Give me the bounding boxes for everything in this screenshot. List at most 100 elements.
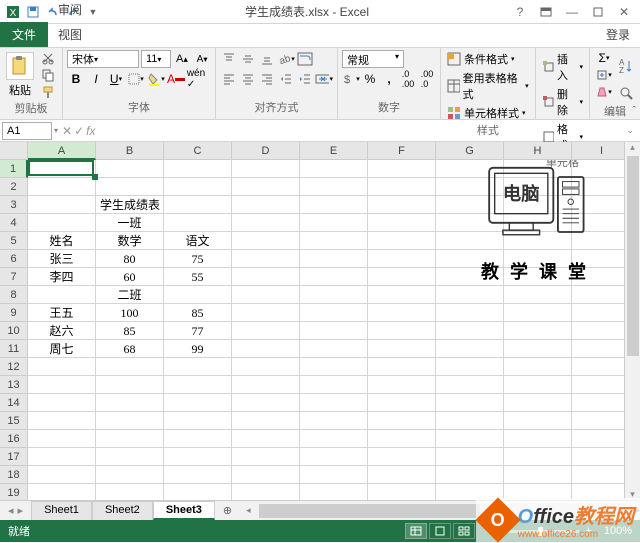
cell-A2[interactable]: [28, 178, 96, 196]
cell-G17[interactable]: [436, 448, 504, 466]
cell-F13[interactable]: [368, 376, 436, 394]
cell-F15[interactable]: [368, 412, 436, 430]
col-header-H[interactable]: H: [504, 142, 572, 160]
fx-icon[interactable]: fx: [86, 124, 95, 138]
cell-B4[interactable]: 一班: [96, 214, 164, 232]
font-size-select[interactable]: 11 ▾: [141, 50, 171, 68]
phonetic-icon[interactable]: wén✓: [187, 70, 205, 88]
cell-B1[interactable]: [96, 160, 164, 178]
cell-F1[interactable]: [368, 160, 436, 178]
cell-B9[interactable]: 100: [96, 304, 164, 322]
cell-E12[interactable]: [300, 358, 368, 376]
align-middle-icon[interactable]: [239, 50, 257, 68]
align-right-icon[interactable]: [258, 70, 276, 88]
col-header-A[interactable]: A: [28, 142, 96, 160]
cell-G18[interactable]: [436, 466, 504, 484]
cell-A10[interactable]: 赵六: [28, 322, 96, 340]
align-center-icon[interactable]: [239, 70, 257, 88]
row-header-14[interactable]: 14: [0, 394, 28, 412]
clear-icon[interactable]: ▾: [594, 84, 614, 100]
cell-F11[interactable]: [368, 340, 436, 358]
cell-I13[interactable]: [572, 376, 632, 394]
cell-D15[interactable]: [232, 412, 300, 430]
copy-icon[interactable]: [38, 67, 58, 83]
cell-I12[interactable]: [572, 358, 632, 376]
cell-F7[interactable]: [368, 268, 436, 286]
cell-G8[interactable]: [436, 286, 504, 304]
cell-E19[interactable]: [300, 484, 368, 500]
cell-I15[interactable]: [572, 412, 632, 430]
align-left-icon[interactable]: [220, 70, 238, 88]
cell-E5[interactable]: [300, 232, 368, 250]
cell-D1[interactable]: [232, 160, 300, 178]
cell-C8[interactable]: [164, 286, 232, 304]
normal-view-icon[interactable]: [405, 523, 427, 539]
orientation-icon[interactable]: ab▾: [277, 50, 295, 68]
cell-H10[interactable]: [504, 322, 572, 340]
cell-I11[interactable]: [572, 340, 632, 358]
cell-H17[interactable]: [504, 448, 572, 466]
cell-A18[interactable]: [28, 466, 96, 484]
cell-B18[interactable]: [96, 466, 164, 484]
cell-H8[interactable]: [504, 286, 572, 304]
cell-A14[interactable]: [28, 394, 96, 412]
insert-cells-button[interactable]: 插入 ▾: [540, 50, 585, 84]
cell-E6[interactable]: [300, 250, 368, 268]
cell-B16[interactable]: [96, 430, 164, 448]
cell-B19[interactable]: [96, 484, 164, 500]
align-bottom-icon[interactable]: [258, 50, 276, 68]
cell-D12[interactable]: [232, 358, 300, 376]
row-header-13[interactable]: 13: [0, 376, 28, 394]
sort-filter-icon[interactable]: AZ: [616, 50, 636, 82]
cell-C7[interactable]: 55: [164, 268, 232, 286]
cell-I18[interactable]: [572, 466, 632, 484]
cell-E3[interactable]: [300, 196, 368, 214]
cell-A19[interactable]: [28, 484, 96, 500]
row-header-7[interactable]: 7: [0, 268, 28, 286]
cell-I9[interactable]: [572, 304, 632, 322]
cell-C5[interactable]: 语文: [164, 232, 232, 250]
row-header-12[interactable]: 12: [0, 358, 28, 376]
cell-F5[interactable]: [368, 232, 436, 250]
cell-A7[interactable]: 李四: [28, 268, 96, 286]
cell-E11[interactable]: [300, 340, 368, 358]
format-painter-icon[interactable]: [38, 84, 58, 100]
cell-E7[interactable]: [300, 268, 368, 286]
cell-F8[interactable]: [368, 286, 436, 304]
collapse-ribbon-icon[interactable]: ˆ: [632, 105, 636, 117]
decrease-font-icon[interactable]: A▾: [193, 50, 211, 68]
autosum-icon[interactable]: Σ▾: [594, 50, 614, 66]
italic-icon[interactable]: I: [87, 70, 105, 88]
cell-D13[interactable]: [232, 376, 300, 394]
cell-D9[interactable]: [232, 304, 300, 322]
cell-D6[interactable]: [232, 250, 300, 268]
row-header-18[interactable]: 18: [0, 466, 28, 484]
login-link[interactable]: 登录: [596, 22, 640, 47]
number-format-select[interactable]: 常规 ▾: [342, 50, 404, 68]
cell-E18[interactable]: [300, 466, 368, 484]
cell-A12[interactable]: [28, 358, 96, 376]
cell-B10[interactable]: 85: [96, 322, 164, 340]
cell-G16[interactable]: [436, 430, 504, 448]
increase-decimal-icon[interactable]: .0.00: [399, 70, 417, 88]
cell-C4[interactable]: [164, 214, 232, 232]
cell-F4[interactable]: [368, 214, 436, 232]
font-color-icon[interactable]: A: [167, 70, 185, 88]
close-icon[interactable]: ✕: [612, 3, 636, 21]
border-icon[interactable]: ▾: [127, 70, 145, 88]
underline-icon[interactable]: U▾: [107, 70, 125, 88]
cell-E14[interactable]: [300, 394, 368, 412]
cell-B14[interactable]: [96, 394, 164, 412]
sheet-tab-Sheet2[interactable]: Sheet2: [92, 501, 153, 520]
cell-H13[interactable]: [504, 376, 572, 394]
minimize-icon[interactable]: —: [560, 3, 584, 21]
cell-E15[interactable]: [300, 412, 368, 430]
cell-H16[interactable]: [504, 430, 572, 448]
cell-E8[interactable]: [300, 286, 368, 304]
cell-G12[interactable]: [436, 358, 504, 376]
cell-D7[interactable]: [232, 268, 300, 286]
cell-C15[interactable]: [164, 412, 232, 430]
sheet-tab-Sheet3[interactable]: Sheet3: [153, 501, 215, 520]
cell-E17[interactable]: [300, 448, 368, 466]
sheet-tab-Sheet1[interactable]: Sheet1: [31, 501, 92, 520]
